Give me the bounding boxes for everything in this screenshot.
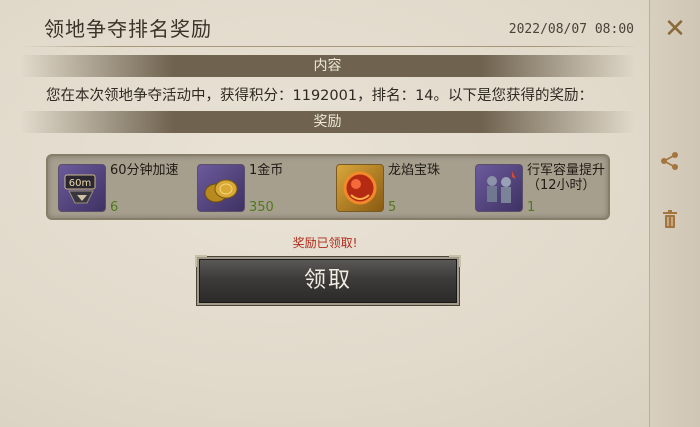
reward-count: 350 bbox=[249, 200, 274, 215]
reward-count: 5 bbox=[388, 200, 397, 215]
reward-item-dragon-orb[interactable]: 龙焰宝珠 5 bbox=[330, 162, 465, 215]
reward-item-speedup[interactable]: 60m 60分钟加速 6 bbox=[52, 162, 187, 215]
reward-list: 60m 60分钟加速 6 1金币 350 龙焰宝珠 5 行军容量提升（12小时）… bbox=[46, 154, 610, 220]
section-bar-content: 内容 bbox=[20, 55, 635, 77]
reward-count: 1 bbox=[527, 200, 536, 215]
speedup-60m-icon: 60m bbox=[58, 164, 106, 212]
reward-mail-panel: 领地争夺排名奖励 2022/08/07 08:00 内容 您在本次领地争夺活动中… bbox=[0, 0, 700, 427]
mail-title: 领地争夺排名奖励 bbox=[44, 17, 212, 41]
reward-name: 龙焰宝珠 bbox=[388, 163, 441, 178]
reward-claimed-status: 奖励已领取! bbox=[292, 236, 358, 250]
mail-datetime: 2022/08/07 08:00 bbox=[508, 22, 634, 37]
reward-name: 行军容量提升（12小时） bbox=[527, 163, 606, 193]
section-bar-reward: 奖励 bbox=[20, 111, 635, 133]
close-x-icon[interactable]: ✕ bbox=[658, 14, 692, 44]
svg-text:60m: 60m bbox=[69, 178, 91, 189]
reward-item-march-capacity[interactable]: 行军容量提升（12小时） 1 bbox=[469, 162, 606, 215]
gold-coin-icon bbox=[197, 164, 245, 212]
mail-message: 您在本次领地争夺活动中，获得积分：1192001，排名：14。以下是您获得的奖励… bbox=[46, 88, 594, 104]
trash-icon[interactable] bbox=[659, 209, 681, 231]
share-icon[interactable] bbox=[659, 150, 681, 172]
reward-item-gold[interactable]: 1金币 350 bbox=[191, 162, 326, 215]
march-capacity-icon bbox=[475, 164, 523, 212]
dragon-flame-orb-icon bbox=[336, 164, 384, 212]
mail-header: 领地争夺排名奖励 2022/08/07 08:00 bbox=[0, 0, 650, 50]
header-divider bbox=[20, 46, 640, 47]
reward-count: 6 bbox=[110, 200, 119, 215]
reward-name: 60分钟加速 bbox=[110, 163, 179, 178]
reward-name: 1金币 bbox=[249, 163, 284, 178]
claim-button[interactable]: 领取 bbox=[195, 255, 461, 305]
